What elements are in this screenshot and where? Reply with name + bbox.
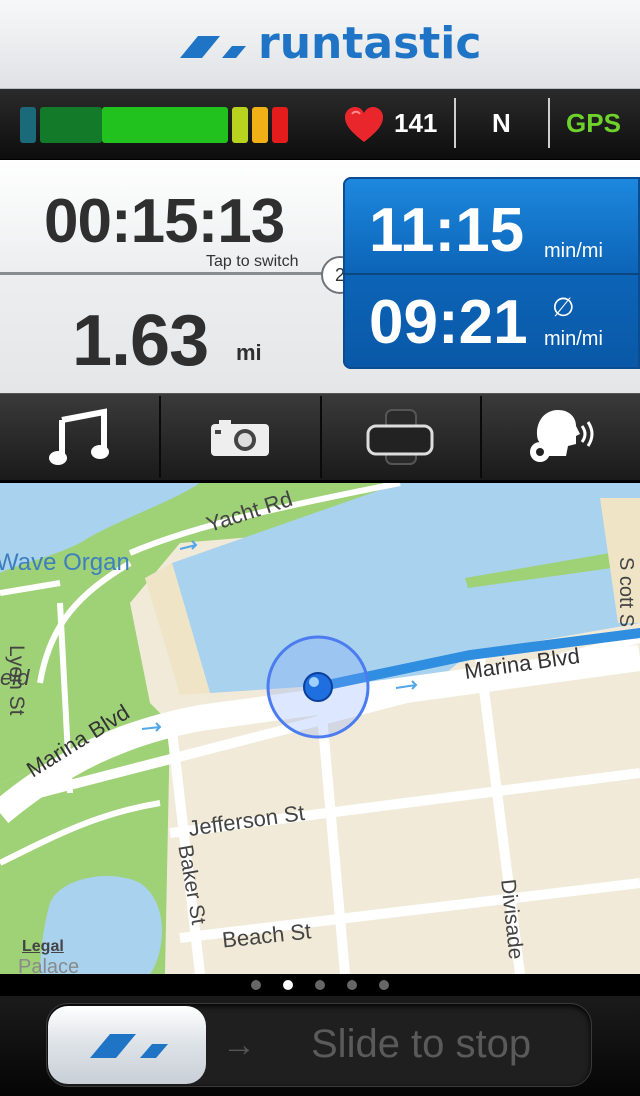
heart-icon [345, 107, 383, 142]
stats-divider [0, 272, 360, 275]
intensity-zone-6 [272, 107, 288, 143]
brand-name: runtastic [258, 18, 482, 69]
slide-to-stop-handle[interactable] [48, 1006, 206, 1084]
map-label-scott-st: S cott S [615, 557, 637, 628]
slide-arrow-icon: → [222, 1026, 256, 1064]
intensity-zone-4 [232, 107, 248, 143]
divider [454, 98, 456, 148]
distance-value: 1.63 [72, 301, 209, 381]
average-symbol: ∅ [552, 292, 575, 322]
map-legal-link[interactable]: Legal [22, 938, 64, 956]
page-dot[interactable] [315, 980, 325, 990]
music-button[interactable] [0, 396, 158, 478]
duration-value: 00:15:13 [44, 187, 285, 256]
runtastic-logo-icon [90, 1034, 168, 1058]
compass-direction: N [492, 108, 511, 138]
tap-to-switch-hint: Tap to switch [206, 253, 299, 270]
intensity-zone-2 [40, 107, 102, 143]
intensity-zone-3 [102, 107, 228, 143]
average-pace-value: 09:21 [369, 288, 528, 357]
voice-coach-button[interactable] [482, 396, 640, 478]
heart-rate-value: 141 [394, 108, 438, 138]
map-label-wave-organ: Wave Organ [0, 549, 130, 576]
divider [548, 98, 550, 148]
voice-coach-icon [530, 410, 594, 462]
distance-unit: mi [236, 340, 262, 365]
camera-button[interactable] [161, 396, 319, 478]
pace-divider [343, 273, 640, 275]
map-label-eld: eld [0, 665, 30, 690]
screen-lock-button[interactable] [322, 396, 480, 478]
slide-to-stop-label: Slide to stop [311, 1022, 532, 1066]
music-icon [49, 408, 109, 465]
app-header: runtastic [0, 0, 640, 89]
camera-icon [211, 420, 269, 456]
page-dot-active[interactable] [283, 980, 293, 990]
page-dot[interactable] [347, 980, 357, 990]
intensity-zone-1 [20, 107, 36, 143]
screen-lock-icon [366, 409, 434, 465]
current-pace-unit: min/mi [544, 240, 603, 262]
average-pace-unit: min/mi [544, 328, 603, 350]
runtastic-logo: runtastic [176, 18, 481, 69]
map-label-palace: Palace [18, 956, 80, 974]
current-pace-value: 11:15 [369, 196, 525, 265]
route-map[interactable]: Yacht Rd Wave Organ Lyon St eld Marina B… [0, 483, 640, 974]
page-dot[interactable] [379, 980, 389, 990]
intensity-zone-5 [252, 107, 268, 143]
status-bar [0, 89, 640, 159]
page-dot[interactable] [251, 980, 261, 990]
gps-status: GPS [566, 108, 621, 138]
